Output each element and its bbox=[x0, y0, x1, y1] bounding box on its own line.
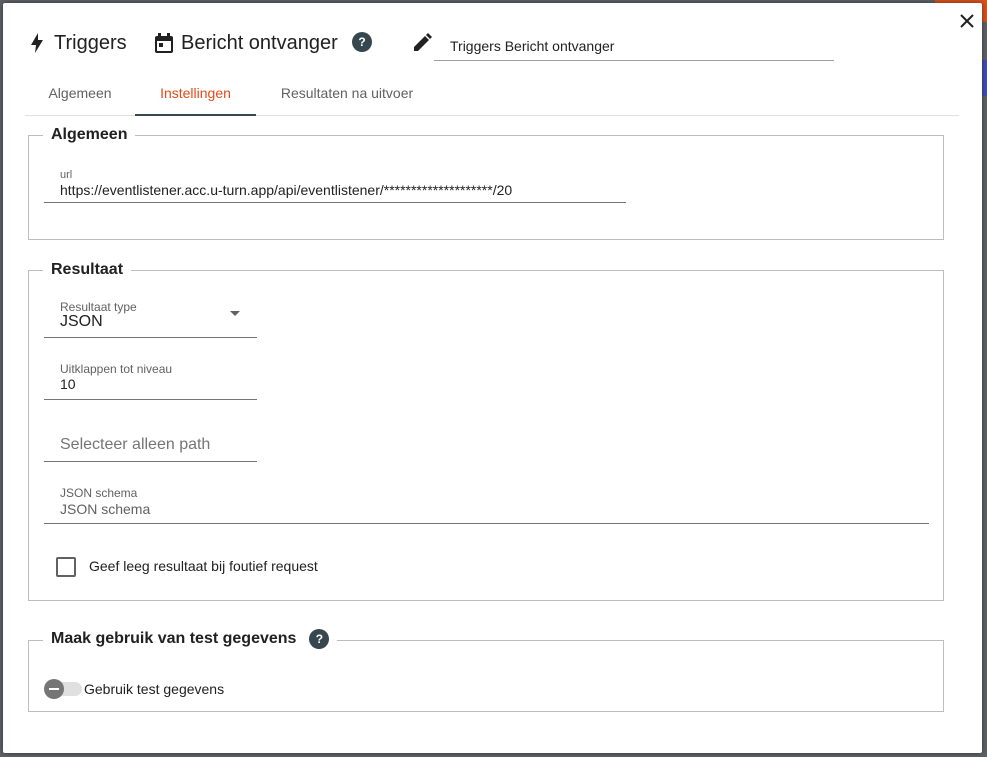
uitklappen-niveau-value: 10 bbox=[60, 376, 76, 392]
resultaat-section: Resultaat Resultaat type JSON Uitklappen… bbox=[28, 261, 944, 601]
test-gegevens-legend-text: Maak gebruik van test gegevens bbox=[51, 630, 297, 647]
trigger-dialog: Triggers Bericht ontvanger ? Algemeen In… bbox=[3, 3, 982, 753]
tab-instellingen[interactable]: Instellingen bbox=[135, 71, 256, 115]
algemeen-legend: Algemeen bbox=[43, 126, 136, 144]
path-field[interactable]: Selecteer alleen path bbox=[44, 422, 257, 462]
json-schema-placeholder: JSON schema bbox=[60, 501, 151, 517]
triggers-crumb: Triggers bbox=[30, 29, 127, 57]
bolt-icon bbox=[31, 33, 43, 53]
trigger-name-input[interactable] bbox=[434, 31, 834, 61]
tab-bar: Algemeen Instellingen Resultaten na uitv… bbox=[25, 71, 959, 116]
test-gegevens-toggle[interactable] bbox=[44, 679, 64, 699]
resultaat-type-label: Resultaat type bbox=[60, 300, 137, 314]
leeg-resultaat-label: Geef leeg resultaat bij foutief request bbox=[89, 558, 318, 574]
json-schema-field[interactable]: JSON schema JSON schema bbox=[44, 484, 929, 524]
algemeen-section: Algemeen url https://eventlistener.acc.u… bbox=[28, 126, 944, 240]
leeg-resultaat-checkbox[interactable] bbox=[56, 557, 76, 577]
event-title: Bericht ontvanger bbox=[181, 31, 338, 54]
url-value: https://eventlistener.acc.u-turn.app/api… bbox=[60, 182, 513, 198]
tab-algemeen[interactable]: Algemeen bbox=[25, 71, 135, 115]
active-tab-indicator bbox=[135, 114, 256, 116]
calendar-icon bbox=[155, 33, 173, 53]
url-label: url bbox=[60, 169, 73, 181]
toggle-off-icon bbox=[49, 688, 59, 690]
triggers-title: Triggers bbox=[54, 31, 127, 54]
resultaat-type-value: JSON bbox=[60, 313, 103, 330]
pencil-icon bbox=[414, 33, 432, 51]
tab-resultaten[interactable]: Resultaten na uitvoer bbox=[256, 71, 438, 115]
uitklappen-niveau-field[interactable]: Uitklappen tot niveau 10 bbox=[44, 360, 257, 400]
url-field[interactable]: url https://eventlistener.acc.u-turn.app… bbox=[44, 163, 626, 203]
test-gegevens-section: Maak gebruik van test gegevens ? Gebruik… bbox=[28, 629, 944, 712]
test-gegevens-toggle-label: Gebruik test gegevens bbox=[84, 681, 225, 697]
help-icon[interactable]: ? bbox=[309, 629, 330, 649]
path-placeholder: Selecteer alleen path bbox=[60, 436, 211, 453]
json-schema-label: JSON schema bbox=[60, 486, 138, 500]
test-gegevens-legend: Maak gebruik van test gegevens ? bbox=[43, 629, 338, 649]
resultaat-legend: Resultaat bbox=[43, 261, 132, 279]
help-icon[interactable]: ? bbox=[352, 32, 372, 52]
chevron-down-icon bbox=[230, 311, 240, 316]
uitklappen-niveau-label: Uitklappen tot niveau bbox=[60, 362, 173, 376]
resultaat-type-select[interactable]: Resultaat type JSON bbox=[44, 298, 257, 338]
event-crumb: Bericht ontvanger bbox=[154, 29, 338, 57]
